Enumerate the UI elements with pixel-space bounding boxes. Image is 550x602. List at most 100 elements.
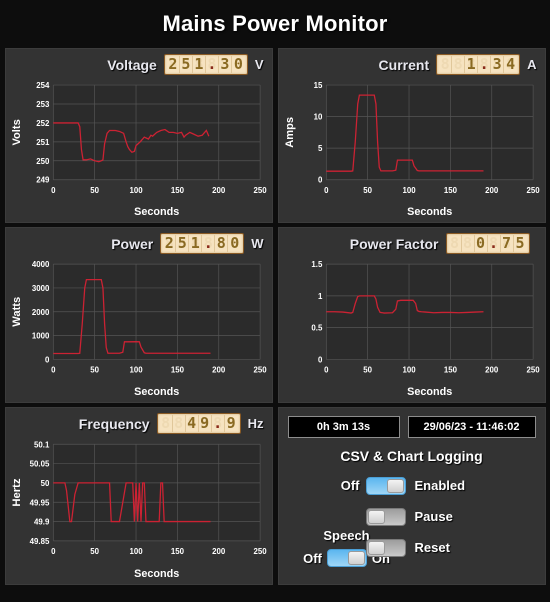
y-axis-title: Watts: [10, 297, 22, 327]
y-tick-label: 15: [313, 81, 322, 90]
panel-frequency: Frequency 8884898.89 Hz 0 50 100 150 200 250 4…: [4, 407, 273, 585]
panel-frequency-label: Frequency: [78, 415, 150, 432]
y-tick-label: 253: [36, 100, 50, 109]
lcd-digit: 8: [449, 234, 462, 252]
pause-right: Pause: [406, 509, 453, 524]
y-tick-label: 2000: [31, 308, 49, 317]
speech-toggle[interactable]: [326, 549, 367, 567]
x-axis-title: Seconds: [134, 568, 179, 580]
panel-power-label: Power: [111, 235, 154, 252]
x-tick-label: 200: [212, 366, 226, 375]
panel-power-factor-header: Power Factor 88808.8785: [279, 228, 545, 256]
chart-svg: 0 50 100 150 200 250 49.85 49.9 49.95 50 50.05 50.1…: [11, 440, 267, 580]
reset-right: Reset: [365, 538, 450, 557]
x-tick-label: 100: [129, 186, 143, 195]
y-tick-label: 0: [44, 355, 49, 364]
lcd-digit: 89: [225, 414, 238, 432]
y-tick-label: 1000: [31, 332, 49, 341]
lcd-digit: 85: [176, 234, 190, 252]
pause-left: [288, 507, 406, 526]
frequency-chart: 0 50 100 150 200 250 49.85 49.9 49.95 50 50.05 50.1…: [6, 436, 272, 584]
panel-current-unit: A: [527, 57, 537, 72]
current-lcd-display: 88818.8384: [436, 54, 521, 75]
lcd-digit: 8: [452, 55, 466, 73]
logging-enabled-left: Off: [288, 476, 406, 495]
lcd-digit-value: .: [488, 234, 499, 252]
lcd-digit: 80: [228, 234, 241, 252]
x-tick-label: 250: [526, 366, 540, 375]
y-tick-label: 0.5: [311, 324, 322, 333]
lcd-digit-value: [439, 56, 451, 73]
lcd-digit: 8: [439, 55, 453, 73]
lcd-digit-value: [452, 56, 464, 73]
lcd-digit: 85: [514, 234, 527, 252]
chart-svg: 0 50 100 150 200 250 0 1000 2000 3000 4000 Watts Sec…: [10, 260, 266, 398]
panel-power-factor-label: Power Factor: [349, 235, 439, 252]
speech-off-label: Off: [303, 550, 322, 566]
panel-current-header: Current 88818.8384 A: [279, 49, 545, 77]
lcd-digit: 82: [163, 234, 177, 252]
lcd-digit: 80: [232, 55, 245, 73]
power-factor-lcd-display: 88808.8785: [445, 233, 530, 254]
logging-enabled-label: Enabled: [414, 478, 466, 493]
lcd-digit-value: [173, 415, 185, 432]
clock-readout: 29/06/23 - 11:46:02: [407, 416, 536, 438]
power-chart: 0 50 100 150 200 250 0 1000 2000 3000 4000 Watts Sec…: [6, 256, 272, 402]
lcd-digit: 81: [465, 55, 479, 73]
lcd-digit: 88: [215, 234, 229, 252]
x-tick-label: 50: [90, 366, 99, 375]
x-tick-label: 200: [485, 366, 499, 375]
lcd-digit-value: .: [479, 55, 489, 73]
chart-svg: 0 50 100 150 200 250 249 250 251 252 253 254 Volts Se…: [10, 81, 267, 218]
x-tick-label: 150: [443, 186, 457, 195]
x-axis-title: Seconds: [134, 386, 179, 398]
lcd-digit-value: 3: [220, 55, 230, 73]
y-tick-label: 252: [36, 119, 50, 128]
lcd-digit-value: 0: [230, 234, 240, 252]
y-tick-label: 50.05: [29, 459, 49, 468]
y-tick-label: 49.95: [29, 498, 49, 507]
logging-off-label: Off: [340, 478, 360, 493]
lcd-digit-value: 0: [233, 55, 243, 73]
panel-voltage-header: Voltage 8285818.8380 V: [6, 49, 272, 77]
x-tick-label: 50: [90, 547, 99, 556]
y-tick-label: 10: [313, 113, 322, 122]
reset-toggle-knob: [367, 540, 385, 555]
reset-label: Reset: [414, 540, 450, 555]
pause-label: Pause: [414, 509, 453, 524]
pause-toggle[interactable]: [365, 507, 406, 526]
app-window: Mains Power Monitor Voltage 8285818.8380…: [0, 0, 550, 602]
x-tick-label: 250: [253, 186, 267, 195]
lcd-digit: 83: [491, 55, 505, 73]
lcd-digit: 85: [180, 55, 193, 73]
lcd-digit: 89: [199, 414, 212, 432]
logging-enabled-toggle[interactable]: [365, 476, 406, 495]
lcd-digit: 8: [173, 414, 186, 432]
reset-toggle[interactable]: [365, 538, 406, 557]
lcd-digit: 83: [219, 55, 232, 73]
x-tick-label: 50: [90, 186, 99, 195]
x-tick-label: 150: [170, 547, 184, 556]
panel-power-header: Power 8285818.8880 W: [6, 228, 272, 256]
lcd-digit-value: 2: [164, 234, 174, 252]
y-tick-label: 50.1: [34, 440, 50, 449]
y-tick-label: 49.85: [29, 537, 49, 546]
y-tick-label: 0: [317, 176, 322, 185]
x-tick-label: 200: [212, 186, 226, 195]
controls-body: 0h 3m 13s 29/06/23 - 11:46:02 CSV & Char…: [279, 408, 545, 569]
lcd-digit-value: 0: [475, 234, 486, 252]
panel-power: Power 8285818.8880 W 0 50 100 150 200 250 0 100…: [4, 227, 273, 403]
lcd-digit-value: 1: [190, 234, 200, 252]
lcd-digit: 8.: [202, 234, 216, 252]
y-tick-label: 1: [317, 292, 322, 301]
lcd-digit-value: 5: [177, 234, 187, 252]
panel-current: Current 88818.8384 A 0 50 100 150 200 250 0 5 10…: [277, 48, 546, 223]
lcd-digit: 8.: [212, 414, 225, 432]
y-axis-title: Hertz: [11, 478, 23, 507]
y-tick-label: 249: [36, 176, 50, 185]
x-tick-label: 150: [170, 366, 184, 375]
x-tick-label: 0: [51, 366, 56, 375]
x-tick-label: 250: [526, 186, 540, 195]
lcd-digit: 8.: [206, 55, 219, 73]
lcd-digit: 8: [160, 414, 173, 432]
